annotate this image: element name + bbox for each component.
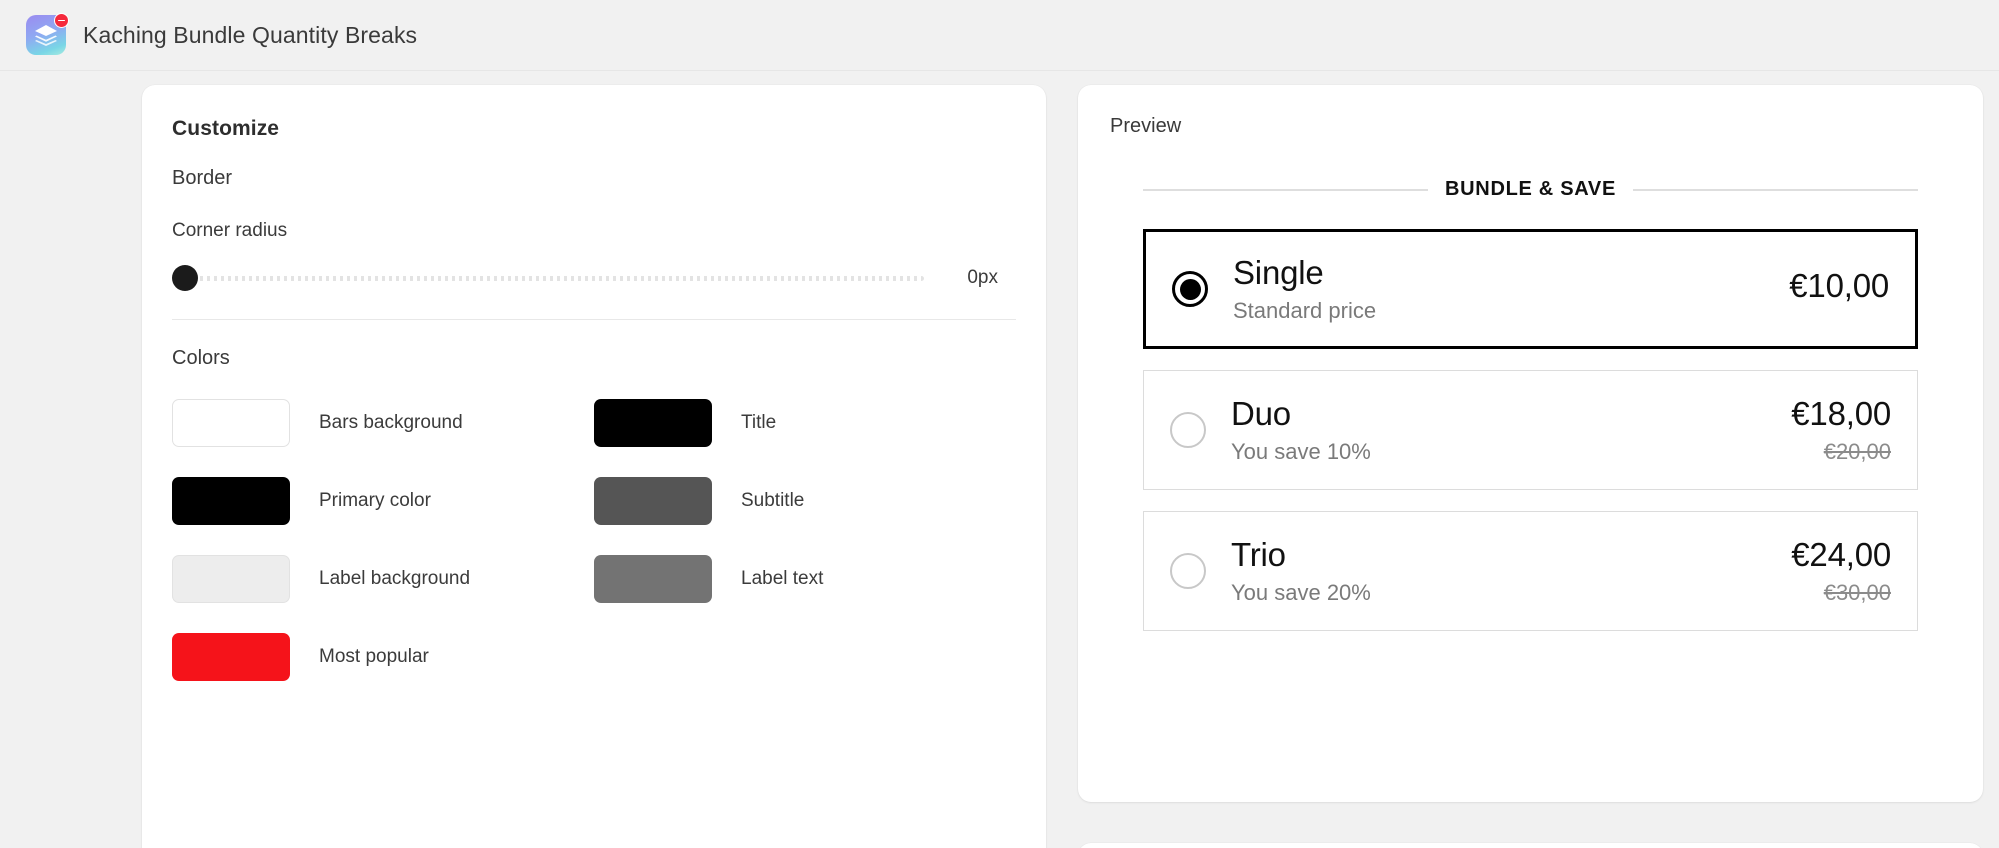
colors-section: Colors Bars background Title Primary col… (142, 320, 1046, 721)
preview-panel: Preview BUNDLE & SAVE Single Standard pr… (1078, 85, 1983, 802)
color-swatch[interactable] (172, 399, 290, 447)
bundle-option-subtitle: Standard price (1233, 297, 1377, 323)
bundle-option-prices: €24,00 €30,00 (1791, 536, 1891, 606)
bundle-options-list: Single Standard price €10,00 Duo You sav… (1143, 229, 1918, 631)
color-label: Most popular (319, 646, 429, 667)
border-section: Customize Border Corner radius 0px (142, 85, 1046, 320)
color-swatch[interactable] (172, 555, 290, 603)
color-row-subtitle[interactable]: Subtitle (594, 477, 1016, 525)
bundle-option-prices: €18,00 €20,00 (1791, 395, 1891, 465)
color-label: Subtitle (741, 490, 805, 511)
customize-panel: Customize Border Corner radius 0px Color… (142, 85, 1046, 848)
bundle-option-name: Duo (1231, 395, 1291, 433)
radio-button-unselected[interactable] (1170, 412, 1206, 448)
page-title: Kaching Bundle Quantity Breaks (83, 21, 418, 48)
color-row-label-text[interactable]: Label text (594, 555, 1016, 603)
color-swatch[interactable] (594, 555, 712, 603)
bundle-option-name: Single (1233, 254, 1324, 292)
color-swatch[interactable] (594, 399, 712, 447)
color-row-bars-background[interactable]: Bars background (172, 399, 594, 447)
app-icon (26, 13, 69, 55)
color-swatch[interactable] (594, 477, 712, 525)
bundle-option-text: Trio You save 20% (1231, 536, 1775, 606)
workspace: Customize Border Corner radius 0px Color… (0, 71, 1999, 848)
corner-radius-value: 0px (967, 267, 998, 288)
preview-title: Preview (1110, 115, 1182, 137)
slider-thumb[interactable] (172, 265, 198, 291)
radio-button-selected[interactable] (1172, 271, 1208, 307)
bundle-option-price: €18,00 (1791, 395, 1891, 433)
bundle-header: BUNDLE & SAVE (1143, 178, 1918, 201)
color-row-label-background[interactable]: Label background (172, 555, 594, 603)
bundle-option-text: Duo You save 10% (1231, 395, 1775, 465)
bundle-option-price: €10,00 (1789, 267, 1889, 305)
color-row-most-popular[interactable]: Most popular (172, 633, 594, 681)
border-section-label: Border (172, 167, 233, 189)
radio-button-unselected[interactable] (1170, 553, 1206, 589)
bundle-option-name: Trio (1231, 536, 1286, 574)
corner-radius-label: Corner radius (172, 220, 288, 241)
bundle-widget: BUNDLE & SAVE Single Standard price €10,… (1110, 178, 1951, 631)
corner-radius-slider[interactable] (172, 265, 924, 291)
app-header: Kaching Bundle Quantity Breaks (0, 0, 1999, 71)
bundle-option-compare-price: €30,00 (1823, 579, 1891, 605)
color-label: Title (741, 412, 777, 433)
bundle-option-trio[interactable]: Trio You save 20% €24,00 €30,00 (1143, 511, 1918, 631)
divider-rule-right (1632, 188, 1918, 191)
bundle-option-prices: €10,00 (1789, 267, 1889, 311)
customize-heading: Customize (172, 117, 280, 140)
color-label: Primary color (319, 490, 431, 511)
bundle-option-text: Single Standard price (1233, 254, 1773, 324)
bundle-option-single[interactable]: Single Standard price €10,00 (1143, 229, 1918, 349)
bundle-save-title: BUNDLE & SAVE (1445, 178, 1616, 200)
bundle-option-duo[interactable]: Duo You save 10% €18,00 €20,00 (1143, 370, 1918, 490)
color-row-primary-color[interactable]: Primary color (172, 477, 594, 525)
color-label: Label background (319, 568, 471, 589)
color-swatch[interactable] (172, 477, 290, 525)
colors-section-label: Colors (172, 347, 230, 369)
slider-track[interactable] (186, 275, 924, 281)
bundle-option-compare-price: €20,00 (1823, 438, 1891, 464)
colors-grid: Bars background Title Primary color Subt… (172, 399, 1016, 681)
color-label: Label text (741, 568, 824, 589)
color-label: Bars background (319, 412, 463, 433)
corner-radius-slider-row: 0px (172, 265, 1016, 291)
next-panel-partial (1078, 843, 1983, 848)
divider-rule-left (1143, 188, 1429, 191)
bundle-option-subtitle: You save 20% (1231, 579, 1371, 605)
color-swatch[interactable] (172, 633, 290, 681)
bundle-option-price: €24,00 (1791, 536, 1891, 574)
minus-badge-icon (54, 13, 69, 28)
bundle-option-subtitle: You save 10% (1231, 438, 1371, 464)
color-row-title[interactable]: Title (594, 399, 1016, 447)
